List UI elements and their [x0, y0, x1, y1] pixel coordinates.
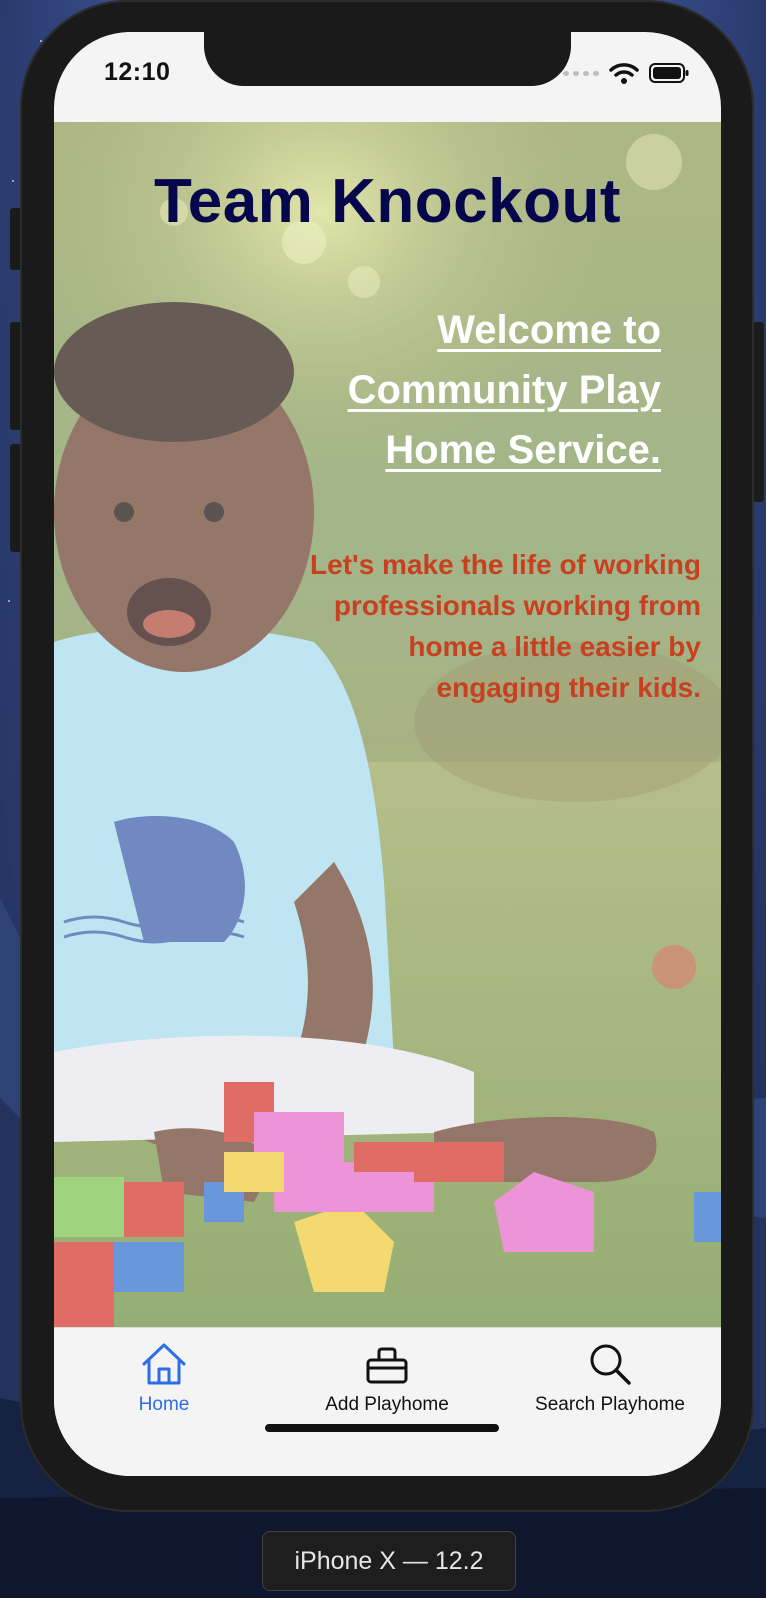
app-screen: 12:10 Team Knockout Welcome to Community… [54, 32, 721, 1476]
star [12, 180, 14, 182]
tab-search-playhome-label: Search Playhome [535, 1394, 685, 1415]
tab-search-playhome[interactable]: Search Playhome [510, 1342, 710, 1416]
hero-section: Team Knockout Welcome to Community Play … [54, 122, 721, 1327]
star [8, 600, 10, 602]
tab-bar: Home Add Playhome Search Playhome [54, 1327, 721, 1476]
welcome-heading: Welcome to Community Play Home Service. [347, 308, 661, 472]
iphone-frame: 12:10 Team Knockout Welcome to Community… [20, 0, 754, 1512]
status-icons [563, 62, 689, 84]
tab-home-label: Home [138, 1394, 190, 1415]
status-time: 12:10 [104, 58, 171, 86]
battery-icon [649, 63, 689, 83]
tab-add-playhome-label: Add Playhome [325, 1394, 449, 1415]
search-icon [590, 1344, 631, 1385]
notch [204, 32, 571, 86]
tab-add-playhome[interactable]: Add Playhome [287, 1342, 487, 1416]
cellular-signal-icon [563, 70, 599, 76]
home-indicator[interactable] [265, 1424, 499, 1432]
tagline-text: Let's make the life of working professio… [310, 549, 701, 703]
tab-home[interactable]: Home [64, 1342, 264, 1416]
basket-icon [366, 1347, 408, 1384]
wifi-icon [609, 63, 639, 84]
team-title: Team Knockout [154, 167, 621, 236]
simulator-device-label: iPhone X — 12.2 [262, 1531, 516, 1591]
home-icon [142, 1343, 186, 1385]
